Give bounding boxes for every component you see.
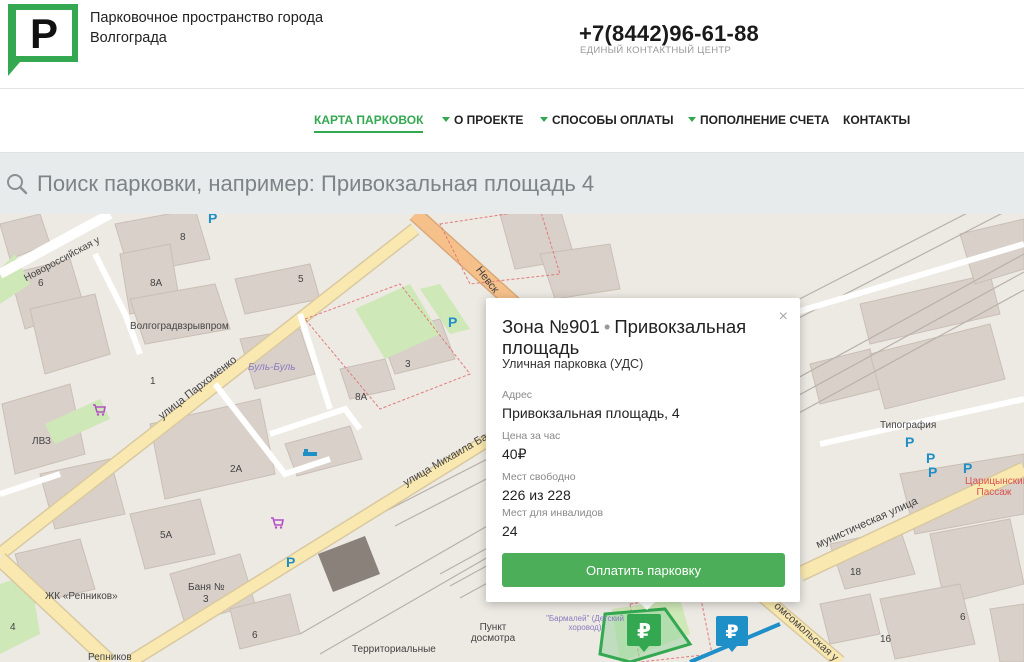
parking-ruble-marker-selected[interactable]: ₽: [627, 614, 661, 652]
parking-icon[interactable]: P: [963, 460, 972, 476]
search-icon: [7, 174, 28, 195]
disabled-spots-label: Мест для инвалидов: [502, 507, 604, 519]
chevron-down-icon: [688, 117, 696, 122]
map-label: Царицынский Пассаж: [965, 476, 1024, 498]
free-spots-label: Мест свободно: [502, 471, 576, 483]
price-value: 40₽: [502, 446, 527, 462]
price-label: Цена за час: [502, 430, 561, 442]
map-label: ЖК «Репников»: [45, 591, 118, 602]
house-number: 5: [298, 274, 304, 285]
main-nav: КАРТА ПАРКОВОК О ПРОЕКТЕ СПОСОБЫ ОПЛАТЫ …: [0, 89, 1024, 152]
ruble-symbol: ₽: [637, 619, 651, 643]
popup-title: Зона №901 • Привокзальная площадь: [502, 316, 782, 358]
parking-type: Уличная парковка (УДС): [502, 357, 644, 371]
parking-icon[interactable]: P: [905, 434, 914, 450]
phone-caption: ЕДИНЫЙ КОНТАКТНЫЙ ЦЕНТР: [580, 45, 732, 56]
house-number: 5А: [160, 530, 173, 541]
shopping-cart-icon: [271, 517, 284, 529]
house-number: 8А: [355, 392, 368, 403]
house-number: 18: [850, 567, 862, 578]
house-number: 16: [880, 634, 892, 645]
house-number: 3: [203, 594, 209, 605]
ruble-symbol: ₽: [725, 621, 738, 643]
house-number: 3: [405, 359, 411, 370]
house-number: 2А: [230, 464, 243, 475]
house-number: 6: [960, 612, 966, 623]
chevron-down-icon: [442, 117, 450, 122]
map-label: ЛВЗ: [32, 436, 51, 447]
chevron-down-icon: [540, 117, 548, 122]
map-label: Типография: [880, 420, 937, 431]
parking-icon[interactable]: P: [208, 214, 217, 226]
house-number: 6: [38, 278, 44, 289]
nav-item-payment-methods[interactable]: СПОСОБЫ ОПЛАТЫ: [540, 113, 674, 127]
hotel-icon: [303, 449, 317, 456]
address-label: Адрес: [502, 389, 533, 401]
parking-zone-popup: × Зона №901 • Привокзальная площадь Улична…: [486, 298, 800, 602]
site-header: P Парковочное пространство города Волгог…: [0, 0, 1024, 88]
contact-phone[interactable]: +7(8442)96-61-88: [579, 21, 759, 47]
logo-icon[interactable]: P: [8, 4, 78, 76]
address-value: Привокзальная площадь, 4: [502, 405, 680, 421]
house-number: 4: [10, 622, 16, 633]
nav-item-contacts[interactable]: КОНТАКТЫ: [843, 113, 910, 127]
map-label: Буль-Буль: [248, 362, 296, 373]
house-number: 8А: [150, 278, 163, 289]
title-separator: •: [603, 316, 611, 337]
disabled-spots-value: 24: [502, 523, 518, 539]
site-title: Парковочное пространство города Волгогра…: [90, 10, 324, 46]
house-number: 6: [252, 630, 258, 641]
shopping-cart-icon: [93, 404, 106, 416]
parking-ruble-marker[interactable]: ₽: [716, 616, 748, 652]
parking-icon[interactable]: P: [928, 464, 937, 480]
search-input[interactable]: [37, 166, 997, 202]
search-bar: [0, 152, 1024, 214]
nav-item-about[interactable]: О ПРОЕКТЕ: [442, 113, 523, 127]
map-label: Территориальные: [352, 644, 436, 655]
map-label: Баня №: [188, 582, 225, 593]
house-number: 1: [150, 376, 156, 387]
house-number: 8: [180, 232, 186, 243]
map-label: "Бармалей" (Детский хоровод): [546, 614, 624, 632]
map-label: Пункт досмотра: [470, 622, 516, 644]
parking-icon[interactable]: P: [286, 554, 295, 570]
pay-parking-button[interactable]: Оплатить парковку: [502, 553, 785, 587]
nav-item-parking-map[interactable]: КАРТА ПАРКОВОК: [314, 113, 424, 133]
zone-number: Зона №901: [502, 316, 600, 337]
free-spots-value: 226 из 228: [502, 487, 571, 503]
nav-item-top-up[interactable]: ПОПОЛНЕНИЕ СЧЕТА: [688, 113, 829, 127]
logo-letter: P: [30, 10, 58, 57]
map-label: Репников: [88, 652, 132, 662]
parking-icon[interactable]: P: [448, 314, 457, 330]
map-label: Волгоградвзрывпром: [130, 321, 229, 332]
